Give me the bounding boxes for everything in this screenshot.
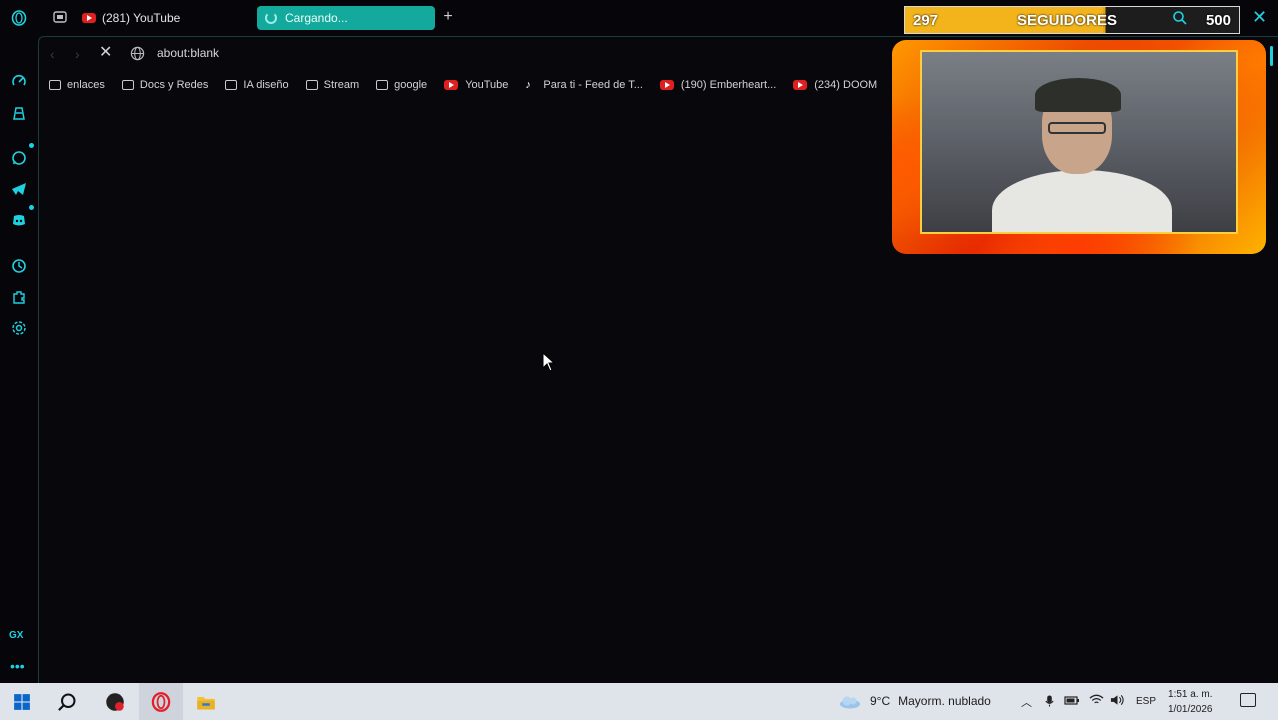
loading-spinner-icon — [265, 12, 277, 24]
folder-icon — [121, 80, 134, 90]
notification-center-icon[interactable] — [1240, 693, 1256, 707]
bookmark-folder-docs[interactable]: Docs y Redes — [121, 79, 209, 91]
show-hidden-icons-chevron-icon[interactable]: ︿ — [1021, 694, 1032, 710]
follower-goal-bar: 297 SEGUIDORES 500 — [904, 6, 1240, 34]
person-glasses — [1048, 122, 1106, 134]
bookmark-label: google — [394, 79, 428, 91]
globe-icon — [130, 46, 145, 61]
person-cap — [1035, 78, 1121, 112]
microphone-icon[interactable] — [1044, 694, 1055, 711]
bookmark-tiktok[interactable]: ♪ Para ti - Feed de T... — [525, 79, 642, 91]
telegram-icon[interactable] — [9, 179, 29, 199]
bookmark-folder-ia[interactable]: IA diseño — [225, 79, 289, 91]
bookmark-label: (190) Emberheart... — [680, 79, 777, 91]
bookmark-folder-stream[interactable]: Stream — [305, 79, 360, 91]
stop-loading-button[interactable]: ✕ — [99, 45, 115, 61]
bookmark-label: IA diseño — [243, 79, 289, 91]
forward-button[interactable]: › — [75, 46, 89, 62]
youtube-icon — [793, 80, 808, 90]
system-clock[interactable]: 1:51 a. m. 1/01/2026 — [1168, 687, 1213, 717]
bookmark-label: (234) DOOM — [814, 79, 878, 91]
gx-control-label[interactable]: GX — [9, 630, 23, 641]
bookmark-label: enlaces — [67, 79, 105, 91]
tiktok-icon: ♪ — [525, 79, 531, 91]
clock-time: 1:51 a. m. — [1168, 689, 1213, 700]
folder-icon — [225, 80, 238, 90]
taskbar-search-icon[interactable] — [56, 691, 78, 713]
bookmark-youtube[interactable]: YouTube — [444, 79, 508, 91]
cloud-weather-icon — [840, 696, 860, 709]
settings-gear-icon[interactable] — [9, 318, 29, 338]
follower-count: 297 — [913, 12, 939, 29]
tab-label: Cargando... — [285, 11, 348, 25]
wifi-icon[interactable] — [1089, 694, 1104, 709]
extensions-icon[interactable] — [9, 287, 29, 307]
bookmark-folder-google[interactable]: google — [376, 79, 427, 91]
battery-icon[interactable] — [1064, 694, 1080, 709]
tab-youtube[interactable]: (281) YouTube — [82, 6, 180, 30]
clock-date: 1/01/2026 — [1168, 704, 1213, 715]
weather-text: Mayorm. nublado — [898, 694, 991, 708]
windows-start-icon[interactable] — [11, 691, 33, 713]
speed-dial-icon[interactable] — [9, 71, 29, 91]
youtube-icon — [659, 80, 674, 90]
opera-gx-taskbar-icon[interactable] — [104, 691, 126, 713]
back-button[interactable]: ‹ — [50, 46, 64, 62]
close-window-icon[interactable]: ✕ — [1252, 8, 1268, 26]
notification-dot — [29, 205, 34, 210]
file-explorer-icon[interactable] — [195, 691, 217, 713]
tab-loading[interactable]: Cargando... — [257, 6, 435, 30]
input-language[interactable]: ESP — [1136, 696, 1156, 707]
more-options-icon[interactable]: ••• — [10, 659, 25, 673]
bookmark-label: Docs y Redes — [139, 79, 209, 91]
bookmark-label: Stream — [323, 79, 360, 91]
bookmark-emberheart[interactable]: (190) Emberheart... — [659, 79, 777, 91]
folder-icon — [305, 80, 318, 90]
youtube-icon — [444, 80, 459, 90]
mouse-cursor-icon — [542, 351, 556, 372]
tab-label: (281) YouTube — [102, 11, 181, 25]
follower-goal: 500 — [1205, 12, 1231, 29]
discord-icon[interactable] — [9, 210, 29, 230]
search-icon[interactable] — [1172, 10, 1188, 26]
bookmark-label: Para ti - Feed de T... — [543, 79, 643, 91]
youtube-icon — [82, 13, 96, 23]
folder-icon — [376, 80, 389, 90]
opera-taskbar-icon[interactable] — [150, 691, 172, 713]
gx-corner-icon[interactable] — [9, 103, 29, 123]
opera-gx-logo-icon[interactable] — [9, 8, 29, 28]
history-icon[interactable] — [9, 256, 29, 276]
bookmark-doom[interactable]: (234) DOOM — [793, 79, 877, 91]
bookmark-folder-enlaces[interactable]: enlaces — [49, 79, 105, 91]
bookmark-label: YouTube — [465, 79, 509, 91]
whatsapp-icon[interactable] — [9, 148, 29, 168]
taskbar — [0, 683, 1278, 720]
webcam-feed — [920, 50, 1238, 234]
folder-icon — [49, 80, 61, 90]
browser-sidebar: GX ••• — [0, 0, 38, 683]
webcam-overlay — [892, 40, 1266, 254]
screen: GX ••• (281) YouTube Cargando... + ‹ › ✕… — [0, 0, 1278, 720]
follower-label: SEGUIDORES — [1017, 12, 1118, 29]
person-body — [992, 170, 1172, 232]
notification-dot — [29, 143, 34, 148]
new-tab-button[interactable]: + — [440, 9, 456, 25]
bookmarks-bar: enlaces Docs y Redes IA diseño Stream go… — [49, 76, 894, 94]
weather-widget[interactable]: 9°C Mayorm. nublado — [838, 693, 991, 709]
address-bar[interactable]: about:blank — [157, 46, 219, 60]
workspaces-icon[interactable] — [52, 9, 68, 25]
volume-icon[interactable] — [1110, 694, 1125, 709]
scrollbar[interactable] — [1270, 46, 1273, 66]
weather-temp: 9°C — [870, 694, 891, 708]
